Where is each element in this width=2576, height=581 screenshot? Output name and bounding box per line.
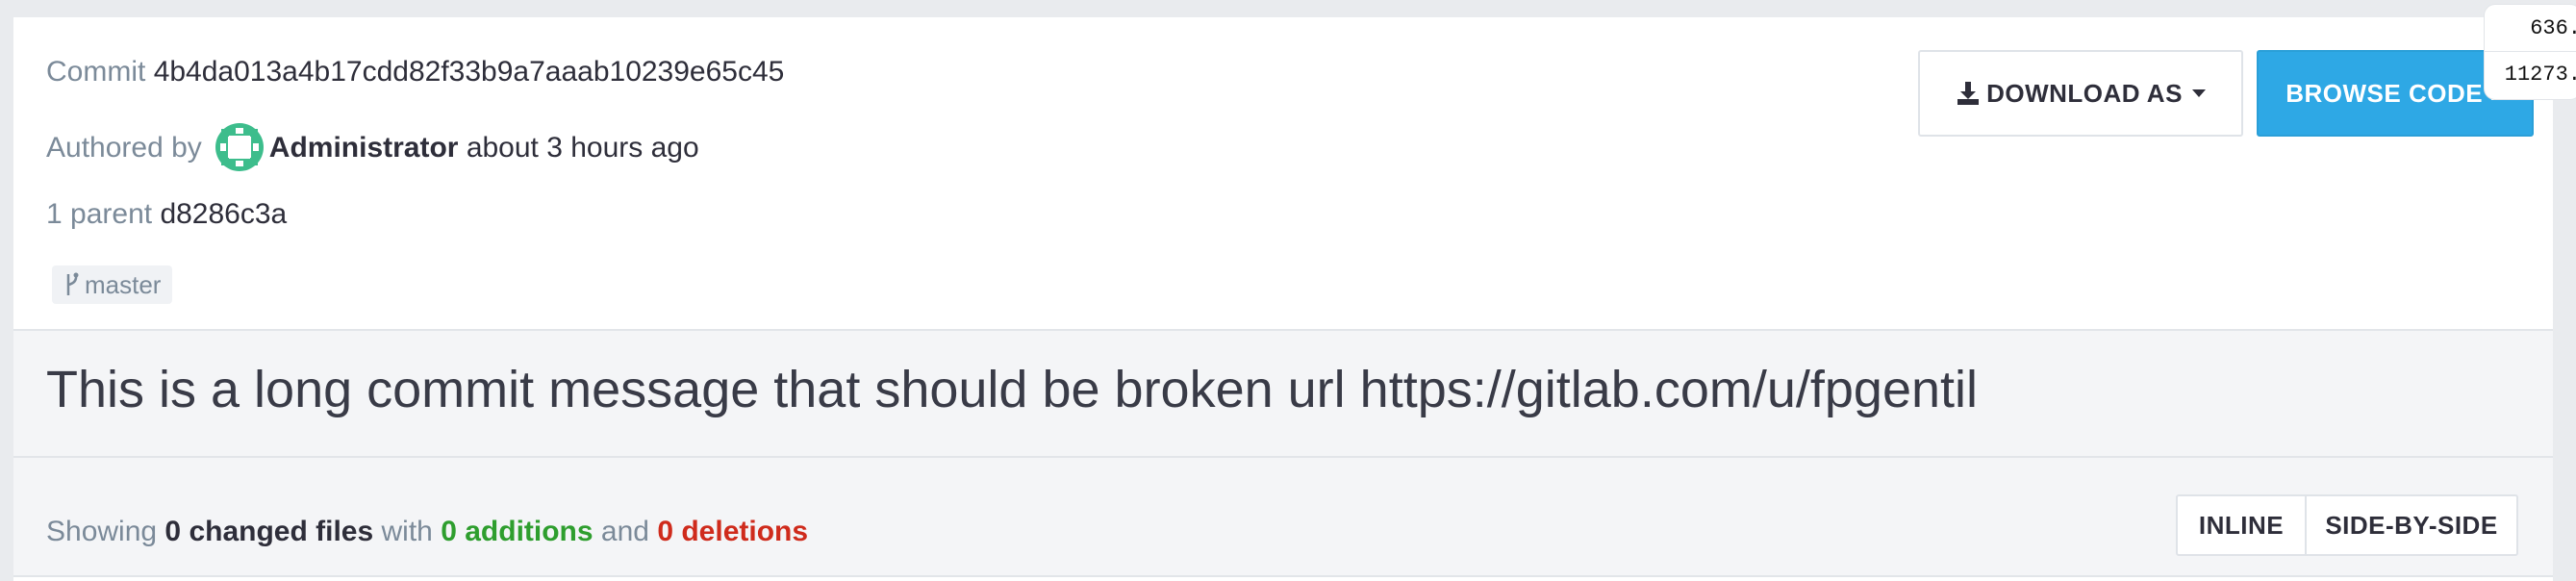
author-line: Authored by Administrator about 3 hours … — [46, 123, 699, 173]
commit-sha-line: Commit 4b4da013a4b17cdd82f33b9a7aaab1023… — [46, 56, 784, 88]
identicon-avatar-icon — [215, 123, 264, 171]
commit-sha[interactable]: 4b4da013a4b17cdd82f33b9a7aaab10239e65c45 — [154, 56, 785, 88]
changed-files-count[interactable]: 0 changed files — [164, 516, 373, 547]
branch-icon — [66, 272, 79, 295]
branch-badge[interactable]: master — [52, 265, 173, 304]
deletions-count: 0 deletions — [657, 516, 809, 547]
commit-label: Commit — [46, 56, 146, 88]
counter-divider — [2485, 51, 2576, 52]
diff-stats-bar: Showing 0 changed files with 0 additions… — [13, 458, 2553, 577]
additions-count: 0 additions — [441, 516, 593, 547]
diff-stats-text: Showing 0 changed files with 0 additions… — [46, 516, 808, 548]
chevron-down-icon — [2191, 89, 2206, 97]
counter-top-value: 636. — [2530, 16, 2576, 40]
showing-label: Showing — [46, 516, 158, 547]
commit-panel: Commit 4b4da013a4b17cdd82f33b9a7aaab1023… — [13, 17, 2553, 581]
parent-line: 1 parent d8286c3a — [46, 198, 287, 231]
diff-view-toggle: INLINE SIDE-BY-SIDE — [2176, 494, 2518, 556]
author-avatar[interactable] — [215, 123, 264, 171]
commit-message-block: This is a long commit message that shoul… — [13, 329, 2553, 458]
commit-time: about 3 hours ago — [466, 131, 699, 164]
download-icon — [1957, 82, 1980, 105]
counter-bottom-value: 11273. — [2504, 63, 2576, 87]
author-name[interactable]: Administrator — [269, 132, 459, 164]
commit-message: This is a long commit message that shoul… — [46, 361, 1979, 418]
and-label: and — [600, 516, 649, 547]
parent-label: 1 parent — [46, 198, 153, 230]
counter-widget: 636. 11273. — [2484, 4, 2576, 100]
inline-view-button[interactable]: INLINE — [2178, 496, 2307, 554]
download-as-label: DOWNLOAD AS — [1986, 78, 2183, 108]
authored-by-label: Authored by — [46, 131, 202, 164]
with-label: with — [381, 516, 433, 547]
parent-sha-link[interactable]: d8286c3a — [160, 198, 287, 230]
side-by-side-view-button[interactable]: SIDE-BY-SIDE — [2307, 496, 2516, 554]
download-as-button[interactable]: DOWNLOAD AS — [1918, 50, 2243, 137]
branch-name: master — [85, 269, 162, 299]
browse-code-label: BROWSE CODE » — [2286, 78, 2505, 108]
